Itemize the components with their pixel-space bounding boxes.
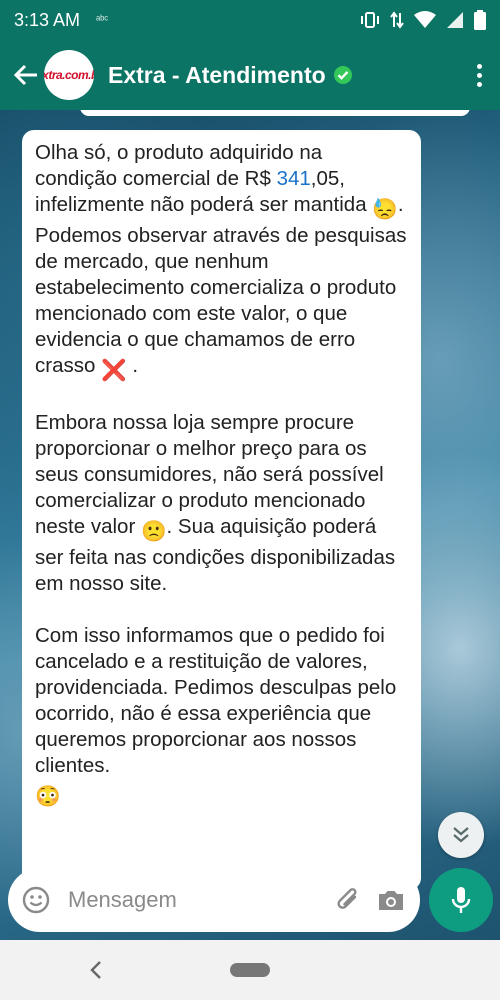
status-bar: 3:13 AM ᵃᵇᶜ [0,0,500,40]
flushed-emoji: 😳 [35,785,61,808]
arrow-left-icon [13,64,37,86]
contact-name: Extra - Atendimento [108,61,326,88]
verified-icon [333,66,352,84]
more-options-button[interactable] [477,63,482,87]
chat-header: extra.com.br Extra - Atendimento [0,40,500,110]
wifi-icon [414,11,436,28]
double-chevron-down-icon [453,827,469,843]
nav-home-pill[interactable] [230,963,270,977]
system-nav-bar [0,940,500,1000]
message-input[interactable]: Mensagem [68,887,322,913]
message-paragraph-3: Com isso informamos que o pedido foi can… [35,623,408,810]
notification-badge: ᵃᵇᶜ [96,14,109,26]
message-input-bar: Mensagem [8,868,420,932]
message-text: . Podemos observar através de pesquisas … [35,193,413,377]
emoji-icon[interactable] [22,886,50,914]
message-paragraph-2: Embora nossa loja sempre procure proporc… [35,410,408,597]
previous-message-bubble[interactable] [80,110,470,116]
cross-mark-emoji: ❌ [101,359,127,382]
sad-sweat-emoji: 😓 [372,198,398,221]
mic-button[interactable] [429,868,493,932]
paperclip-icon[interactable] [334,885,364,915]
scroll-down-button[interactable] [438,812,484,858]
contact-title[interactable]: Extra - Atendimento [108,62,353,89]
message-text: . [126,354,139,377]
more-vert-icon [477,63,482,69]
status-time: 3:13 AM [14,9,81,30]
avatar-logo-text: extra.com.br [44,68,94,82]
battery-icon [474,10,486,30]
message-bubble[interactable]: Olha só, o produto adquirido na condição… [22,130,421,890]
vibrate-icon [361,12,379,28]
data-arrows-icon [390,11,404,29]
signal-icon [447,12,463,28]
price-link[interactable]: 341 [277,167,311,190]
status-icons [360,10,486,30]
nav-back-icon[interactable] [88,958,104,982]
message-paragraph-1: Olha só, o produto adquirido na condição… [35,140,408,384]
frown-emoji: 🙁 [140,520,167,543]
mic-icon [451,887,471,913]
chat-area[interactable]: Olha só, o produto adquirido na condição… [0,110,500,940]
message-text: Com isso informamos que o pedido foi can… [35,624,402,777]
contact-avatar[interactable]: extra.com.br [44,50,94,100]
camera-icon[interactable] [376,887,406,913]
back-button[interactable] [4,53,48,97]
